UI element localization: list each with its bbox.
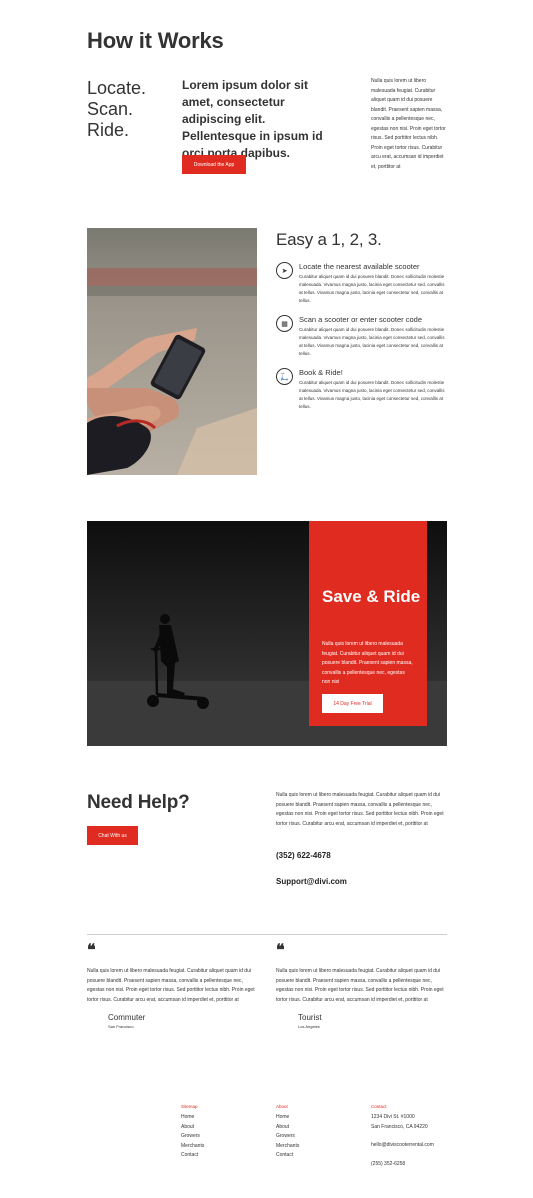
save-ride-text: Nulla quis lorem ut libero malesuada feu… [322,641,413,685]
testimonial-text: Nulla quis lorem ut libero malesuada feu… [87,968,255,1003]
feature-text: Curabitur aliquet quam id dui posuere bl… [299,274,445,303]
phone-hands-image [87,228,257,475]
footer-link-home[interactable]: Home [276,1113,356,1123]
feature-item: 🛴 Book & Ride! Curabitur aliquet quam id… [276,368,446,411]
how-body-text: Nulla quis lorem ut libero malesuada feu… [371,78,446,170]
save-ride-title: Save & Ride [322,587,421,606]
steps-list: Locate. Scan. Ride. [87,78,167,141]
navigation-arrow-icon: ➤ [276,262,293,279]
quote-icon: ❝ [276,940,285,959]
feature-title: Book & Ride! [299,368,343,377]
feature-text: Curabitur aliquet quam id dui posuere bl… [299,380,445,409]
footer-phone[interactable]: (255) 352-6258 [371,1160,461,1170]
footer-sitemap: Sitemap Home About Growers Merchants Con… [181,1104,261,1161]
help-text: Nulla quis lorem ut libero malesuada feu… [276,792,444,827]
how-lead-text: Lorem ipsum dolor sit amet, consectetur … [182,78,323,160]
free-trial-button[interactable]: 14 Day Free Trial [322,694,383,713]
testimonial-location: San Francisco [108,1024,134,1029]
chat-button[interactable]: Chat With us [87,826,138,845]
testimonial-name: Tourist [298,1013,322,1022]
feature-text: Curabitur aliquet quam id dui posuere bl… [299,327,445,356]
footer-about: About Home About Growers Merchants Conta… [276,1104,356,1161]
footer-email[interactable]: hello@diviscooterrental.com [371,1141,461,1151]
step-ride: Ride. [87,120,130,140]
footer-address-line1: 1234 Divi St. #1000 [371,1114,415,1120]
testimonial-card: ❝ Nulla quis lorem ut libero malesuada f… [276,940,448,1030]
easy-title: Easy a 1, 2, 3. [276,230,382,249]
download-app-button[interactable]: Download the App [182,155,246,174]
testimonial-name: Commuter [108,1013,146,1022]
help-email[interactable]: Support@divi.com [276,877,347,886]
footer-heading: About [276,1104,288,1109]
footer-link-contact[interactable]: Contact [181,1151,261,1161]
footer-link-merchants[interactable]: Merchants [276,1142,356,1152]
section-divider [87,934,447,935]
save-ride-banner: Save & Ride Nulla quis lorem ut libero m… [87,521,447,746]
feature-title: Scan a scooter or enter scooter code [299,315,422,324]
footer-link-about[interactable]: About [276,1123,356,1133]
testimonial-text: Nulla quis lorem ut libero malesuada feu… [276,968,444,1003]
footer-link-home[interactable]: Home [181,1113,261,1123]
footer-link-growers[interactable]: Growers [181,1132,261,1142]
help-phone[interactable]: (352) 622-4678 [276,851,331,860]
save-ride-card: Save & Ride Nulla quis lorem ut libero m… [309,521,427,726]
footer-link-contact[interactable]: Contact [276,1151,356,1161]
features-list: ➤ Locate the nearest available scooter C… [276,262,446,411]
footer-link-growers[interactable]: Growers [276,1132,356,1142]
footer-address-line2: San Francisco, CA 94220 [371,1123,428,1130]
footer-link-merchants[interactable]: Merchants [181,1142,261,1152]
feature-item: ▦ Scan a scooter or enter scooter code C… [276,315,446,358]
footer-heading: Sitemap [181,1104,198,1109]
footer-link-about[interactable]: About [181,1123,261,1133]
feature-item: ➤ Locate the nearest available scooter C… [276,262,446,305]
footer-heading: Contact [371,1104,387,1109]
phone-hands-photo [87,228,257,475]
scooter-icon: 🛴 [276,368,293,385]
step-scan: Scan. [87,99,134,119]
feature-title: Locate the nearest available scooter [299,262,420,271]
need-help-title: Need Help? [87,792,190,813]
footer-contact: Contact 1234 Divi St. #1000 San Francisc… [371,1104,461,1169]
quote-icon: ❝ [87,940,96,959]
testimonial-card: ❝ Nulla quis lorem ut libero malesuada f… [87,940,257,1030]
qr-code-icon: ▦ [276,315,293,332]
testimonial-location: Los Angeles [298,1024,320,1029]
step-locate: Locate. [87,78,147,98]
how-it-works-title: How it Works [87,28,224,53]
